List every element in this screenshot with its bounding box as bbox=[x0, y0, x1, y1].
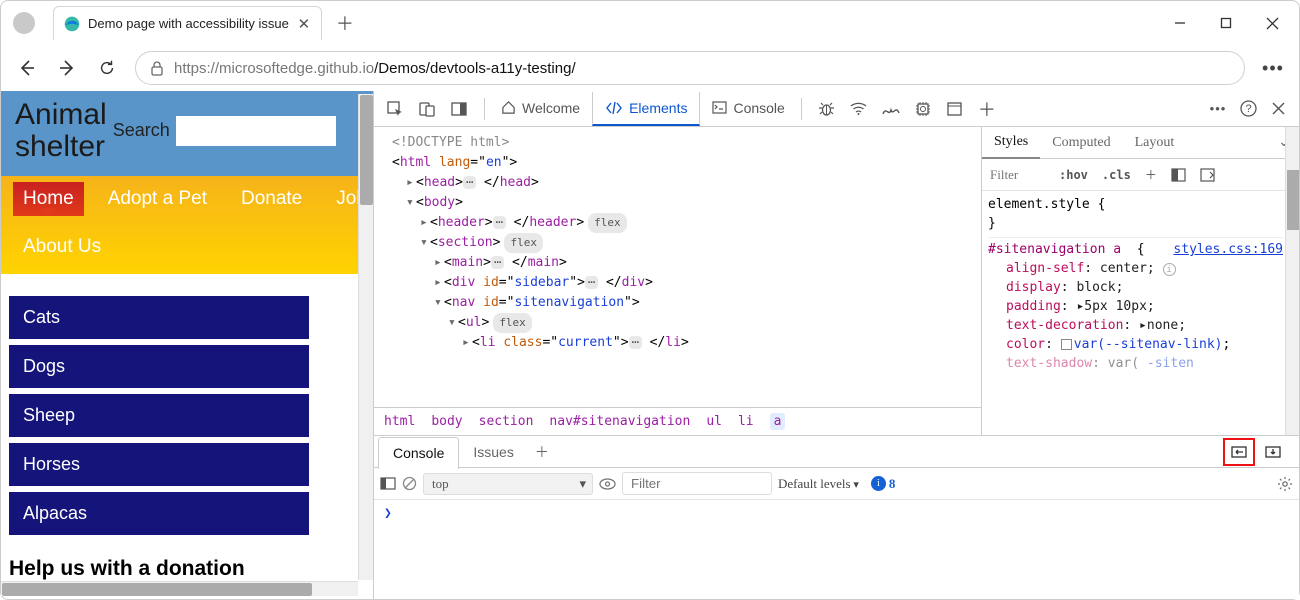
list-item[interactable]: Cats bbox=[9, 296, 309, 339]
tab-close-icon[interactable]: ✕ bbox=[297, 17, 311, 31]
console-settings-icon[interactable] bbox=[1277, 476, 1293, 492]
performance-icon[interactable] bbox=[876, 92, 906, 126]
list-item[interactable]: Horses bbox=[9, 443, 309, 486]
devtools-panel: Welcome Elements Console ＋ ••• ? bbox=[373, 91, 1299, 599]
devtools-menu-icon[interactable]: ••• bbox=[1203, 92, 1233, 126]
new-rule-icon[interactable]: ＋ bbox=[1138, 159, 1164, 191]
tab-styles[interactable]: Styles bbox=[982, 127, 1040, 159]
tab-elements[interactable]: Elements bbox=[592, 92, 700, 126]
console-output[interactable]: ❯ bbox=[374, 500, 1299, 599]
edge-icon bbox=[64, 16, 80, 32]
clear-console-icon[interactable] bbox=[402, 476, 417, 491]
memory-icon[interactable] bbox=[908, 92, 938, 126]
live-expression-icon[interactable] bbox=[599, 478, 616, 490]
window-controls bbox=[1157, 5, 1295, 41]
styles-filter-row: :hov .cls ＋ bbox=[982, 159, 1299, 191]
minimize-button[interactable] bbox=[1157, 5, 1203, 41]
url-text: https://microsoftedge.github.io/Demos/de… bbox=[174, 60, 576, 77]
breadcrumb[interactable]: html body section nav#sitenavigation ul … bbox=[374, 407, 981, 435]
page-viewport: Animalshelter Search Home Adopt a Pet Do… bbox=[1, 91, 373, 599]
profile-avatar[interactable] bbox=[13, 12, 35, 34]
tab-computed[interactable]: Computed bbox=[1040, 127, 1122, 159]
panel-toggle-icon[interactable] bbox=[1193, 159, 1222, 191]
tab-welcome[interactable]: Welcome bbox=[489, 92, 592, 126]
log-levels-select[interactable]: Default levels bbox=[778, 476, 859, 492]
dom-panel: <!DOCTYPE html> <html lang="en"> ▸<head>… bbox=[374, 127, 981, 435]
site-title: Animalshelter bbox=[15, 99, 107, 162]
hov-toggle[interactable]: :hov bbox=[1052, 159, 1095, 191]
site-nav: Home Adopt a Pet Donate Jobs About Us bbox=[1, 176, 373, 274]
device-toggle-icon[interactable] bbox=[412, 92, 442, 126]
donate-heading: Help us with a donation bbox=[1, 543, 373, 581]
new-tab-button[interactable]: ＋ bbox=[330, 8, 360, 38]
browser-toolbar: https://microsoftedge.github.io/Demos/de… bbox=[1, 45, 1299, 91]
drawer-add-tab-icon[interactable]: ＋ bbox=[528, 436, 556, 468]
dock-drawer-icon[interactable] bbox=[1257, 438, 1289, 466]
search-input[interactable] bbox=[176, 116, 336, 146]
drawer-tab-console[interactable]: Console bbox=[378, 437, 459, 469]
page-header: Animalshelter Search bbox=[1, 91, 373, 176]
maximize-button[interactable] bbox=[1203, 5, 1249, 41]
back-button[interactable] bbox=[9, 50, 45, 86]
application-icon[interactable] bbox=[940, 92, 970, 126]
browser-tab[interactable]: Demo page with accessibility issue ✕ bbox=[53, 6, 322, 40]
devtools-toolbar: Welcome Elements Console ＋ ••• ? bbox=[374, 91, 1299, 127]
styles-scrollbar[interactable] bbox=[1285, 127, 1299, 435]
console-sidebar-toggle-icon[interactable] bbox=[380, 477, 396, 490]
devtools-close-icon[interactable] bbox=[1263, 92, 1293, 126]
tab-console[interactable]: Console bbox=[700, 92, 796, 126]
tab-title: Demo page with accessibility issue bbox=[88, 16, 289, 31]
list-item[interactable]: Alpacas bbox=[9, 492, 309, 535]
svg-text:?: ? bbox=[1245, 103, 1251, 115]
help-icon[interactable]: ? bbox=[1233, 92, 1263, 126]
devtools-drawer: Console Issues ＋ top Default levels i8 ❯ bbox=[374, 435, 1299, 599]
nav-about[interactable]: About Us bbox=[13, 230, 111, 264]
console-filter-input[interactable] bbox=[622, 472, 772, 495]
cls-toggle[interactable]: .cls bbox=[1095, 159, 1138, 191]
page-horizontal-scrollbar[interactable] bbox=[1, 581, 358, 596]
network-icon[interactable] bbox=[844, 92, 874, 126]
list-item[interactable]: Sheep bbox=[9, 394, 309, 437]
issues-badge[interactable]: i8 bbox=[871, 476, 896, 492]
styles-panel: Styles Computed Layout ⌄ :hov .cls ＋ ele… bbox=[981, 127, 1299, 435]
address-bar[interactable]: https://microsoftedge.github.io/Demos/de… bbox=[135, 51, 1245, 85]
css-rules[interactable]: element.style { } #sitenavigation a {sty… bbox=[982, 191, 1299, 435]
bug-icon[interactable] bbox=[812, 92, 842, 126]
expand-drawer-icon[interactable] bbox=[1223, 438, 1255, 466]
refresh-button[interactable] bbox=[89, 50, 125, 86]
computed-toggle-icon[interactable] bbox=[1164, 159, 1193, 191]
browser-titlebar: Demo page with accessibility issue ✕ ＋ bbox=[1, 1, 1299, 45]
tab-layout[interactable]: Layout bbox=[1123, 127, 1187, 159]
list-item[interactable]: Dogs bbox=[9, 345, 309, 388]
nav-donate[interactable]: Donate bbox=[231, 182, 312, 216]
dom-tree[interactable]: <!DOCTYPE html> <html lang="en"> ▸<head>… bbox=[374, 127, 981, 407]
console-context-select[interactable]: top bbox=[423, 473, 593, 495]
styles-tabs: Styles Computed Layout ⌄ bbox=[982, 127, 1299, 159]
forward-button[interactable] bbox=[49, 50, 85, 86]
inspect-icon[interactable] bbox=[380, 92, 410, 126]
more-tools-icon[interactable]: ＋ bbox=[972, 92, 1002, 126]
styles-filter-input[interactable] bbox=[982, 167, 1052, 183]
nav-home[interactable]: Home bbox=[13, 182, 84, 216]
source-link[interactable]: styles.css:169 bbox=[1173, 240, 1283, 259]
console-toolbar: top Default levels i8 bbox=[374, 468, 1299, 500]
category-list: Cats Dogs Sheep Horses Alpacas bbox=[1, 274, 373, 543]
search-label: Search bbox=[113, 120, 170, 141]
drawer-tab-issues[interactable]: Issues bbox=[459, 436, 527, 468]
nav-adopt[interactable]: Adopt a Pet bbox=[98, 182, 217, 216]
page-vertical-scrollbar[interactable] bbox=[358, 94, 373, 580]
close-button[interactable] bbox=[1249, 5, 1295, 41]
menu-button[interactable]: ••• bbox=[1255, 50, 1291, 86]
lock-icon bbox=[150, 60, 164, 76]
dock-icon[interactable] bbox=[444, 92, 474, 126]
